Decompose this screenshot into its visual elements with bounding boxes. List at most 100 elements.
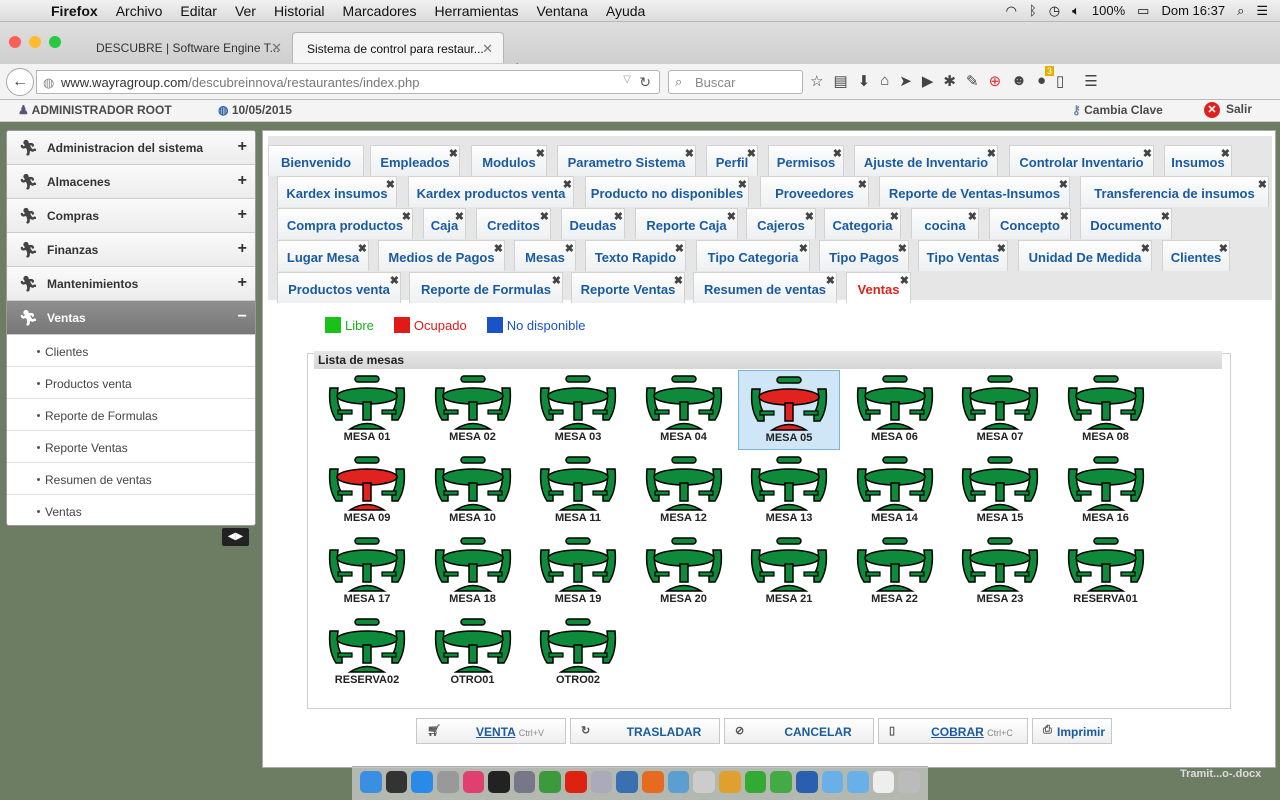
hamburger-menu-icon[interactable]: ☰ (1084, 72, 1097, 90)
mesa-otro01[interactable]: OTRO01 (422, 613, 524, 693)
tab-reporte-caja[interactable]: Reporte Caja ✖ (635, 208, 738, 239)
close-tab-icon[interactable]: ✖ (494, 242, 503, 255)
close-tab-icon[interactable]: ✖ (565, 242, 574, 255)
close-tab-icon[interactable]: ✖ (455, 210, 464, 223)
mesa-mesa-08[interactable]: MESA 08 (1055, 370, 1157, 450)
close-tab-icon[interactable]: ✖ (738, 178, 747, 191)
sidebar-item-resumen-ventas[interactable]: Resumen de ventas (7, 463, 255, 495)
close-tab-icon[interactable]: ✖ (747, 147, 756, 160)
tab-texto-rapido[interactable]: Texto Rapido ✖ (585, 240, 686, 271)
document-icon[interactable] (872, 771, 895, 793)
battery-icon[interactable]: ▭ (1137, 3, 1149, 19)
finder-icon[interactable] (360, 771, 382, 793)
tab-parametro-sistema[interactable]: Parametro Sistema ✖ (557, 145, 696, 176)
mesa-mesa-02[interactable]: MESA 02 (422, 370, 524, 450)
close-tab-icon[interactable]: ✖ (449, 147, 458, 160)
tab-resumen-de-ventas[interactable]: Resumen de ventas ✖ (693, 272, 837, 303)
trasladar-button[interactable]: ↻ TRASLADAR (570, 718, 720, 744)
tab-kardex-insumos[interactable]: Kardex insumos ✖ (277, 176, 397, 207)
tab-kardex-productos-venta[interactable]: Kardex productos venta ✖ (408, 176, 574, 207)
mesa-mesa-15[interactable]: MESA 15 (949, 451, 1051, 531)
expand-icon[interactable]: + (238, 138, 247, 156)
tab-categoria[interactable]: Categoria ✖ (824, 208, 901, 239)
tab-bienvenido[interactable]: Bienvenido (268, 145, 364, 176)
tab-transferencia-de-insumos[interactable]: Transferencia de insumos ✖ (1080, 176, 1269, 207)
firefox-icon[interactable] (642, 771, 664, 793)
close-tab-icon[interactable]: ✖ (402, 210, 411, 223)
clock[interactable]: Dom 16:37 (1161, 3, 1225, 18)
mesa-mesa-23[interactable]: MESA 23 (949, 532, 1051, 612)
mesa-mesa-03[interactable]: MESA 03 (527, 370, 629, 450)
terminal-icon[interactable] (488, 771, 510, 793)
tab-lugar-mesa[interactable]: Lugar Mesa ✖ (277, 240, 369, 271)
folder-icon[interactable] (821, 771, 844, 793)
cancelar-button[interactable]: ⊘ CANCELAR (724, 718, 874, 744)
menu-ayuda[interactable]: Ayuda (597, 3, 654, 19)
tab-reporte-de-ventas-insumos[interactable]: Reporte de Ventas-Insumos ✖ (879, 176, 1070, 207)
close-tab-icon[interactable]: ✖ (987, 147, 996, 160)
expand-icon[interactable]: + (238, 240, 247, 258)
tab-modulos[interactable]: Modulos ✖ (471, 145, 547, 176)
close-tab-icon[interactable]: ✖ (552, 274, 561, 287)
itunes-icon[interactable] (462, 771, 485, 793)
youtube-icon[interactable]: ▶ (922, 72, 934, 90)
minimize-window-button[interactable] (29, 36, 41, 48)
zoom-window-button[interactable] (49, 36, 61, 48)
close-tab-icon[interactable]: ✖ (563, 178, 572, 191)
tab-reporte-de-formulas[interactable]: Reporte de Formulas ✖ (409, 272, 563, 303)
tab-deudas[interactable]: Deudas ✖ (561, 208, 625, 239)
close-tab-icon[interactable]: ✖ (1143, 147, 1152, 160)
tab-insumos[interactable]: Insumos ✖ (1164, 145, 1232, 176)
mesa-mesa-19[interactable]: MESA 19 (527, 532, 629, 612)
mesa-reserva02[interactable]: RESERVA02 (316, 613, 418, 693)
coda-icon[interactable] (744, 771, 767, 793)
notification-center-icon[interactable]: ☰ (1256, 3, 1268, 19)
menu-editar[interactable]: Editar (171, 3, 226, 19)
mesa-mesa-12[interactable]: MESA 12 (633, 451, 735, 531)
close-tab-icon[interactable]: ✖ (805, 210, 814, 223)
collapse-icon[interactable]: − (238, 308, 247, 326)
word-icon[interactable] (795, 771, 818, 793)
tab-unidad-de-medida[interactable]: Unidad De Medida ✖ (1018, 240, 1152, 271)
close-tab-icon[interactable]: ✖ (390, 274, 399, 287)
search-input[interactable]: ⌕ Buscar (668, 70, 803, 94)
tab-permisos[interactable]: Permisos ✖ (768, 145, 844, 176)
spotlight-icon[interactable]: ⌕ (1237, 3, 1244, 19)
tab-creditos[interactable]: Creditos ✖ (476, 208, 551, 239)
menu-historial[interactable]: Historial (265, 3, 334, 19)
expand-icon[interactable]: + (238, 206, 247, 224)
close-tab-icon[interactable]: ✖ (536, 147, 545, 160)
mesa-mesa-01[interactable]: MESA 01 (316, 370, 418, 450)
close-tab-icon[interactable]: ✖ (1219, 242, 1228, 255)
imprimir-button[interactable]: ⎙ Imprimir (1032, 718, 1112, 744)
url-bar[interactable]: ◍ www.wayragroup.com/descubreinnova/rest… (36, 70, 660, 94)
mesa-mesa-16[interactable]: MESA 16 (1055, 451, 1157, 531)
mesa-mesa-09[interactable]: MESA 09 (316, 451, 418, 531)
sidebar-item-reporte-formulas[interactable]: Reporte de Formulas (7, 399, 255, 431)
virtualbox-icon[interactable] (616, 771, 639, 793)
box-icon[interactable] (667, 771, 690, 793)
close-tab-icon[interactable]: ✖ (1258, 178, 1267, 191)
sidebar-item-ventas[interactable]: Ventas (7, 495, 255, 525)
close-tab-icon[interactable]: ✖ (997, 242, 1006, 255)
chrome-icon[interactable] (539, 771, 562, 793)
tab-empleados[interactable]: Empleados ✖ (370, 145, 460, 176)
close-tab-icon[interactable]: ✖ (799, 242, 808, 255)
sidebar-section-almacenes[interactable]: 🏃︎ Almacenes + (7, 165, 255, 199)
reading-list-icon[interactable]: ▤ (833, 72, 847, 90)
tab-reporte-ventas[interactable]: Reporte Ventas ✖ (571, 272, 685, 303)
close-tab-icon[interactable]: ✖ (1161, 210, 1170, 223)
back-button[interactable]: ← (6, 68, 34, 96)
dashboard-icon[interactable] (385, 771, 408, 793)
close-tab-icon[interactable]: ✖ (858, 178, 867, 191)
lifebuoy-icon[interactable]: ⊕ (989, 72, 1002, 90)
preview-icon[interactable] (436, 771, 459, 793)
tab-documento[interactable]: Documento ✖ (1080, 208, 1172, 239)
venta-button[interactable]: 🛒︎ VENTA Ctrl+V (416, 718, 566, 744)
sidebar-section-mantenimientos[interactable]: 🏃︎ Mantenimientos + (7, 267, 255, 301)
clipboard-icon[interactable]: ▯ (1056, 72, 1064, 90)
close-tab-icon[interactable]: ✖ (826, 274, 835, 287)
mesa-mesa-05[interactable]: MESA 05 (738, 370, 840, 450)
close-tab-icon[interactable]: ✖ (898, 242, 907, 255)
bookmark-star-icon[interactable]: ☆ (810, 72, 823, 90)
